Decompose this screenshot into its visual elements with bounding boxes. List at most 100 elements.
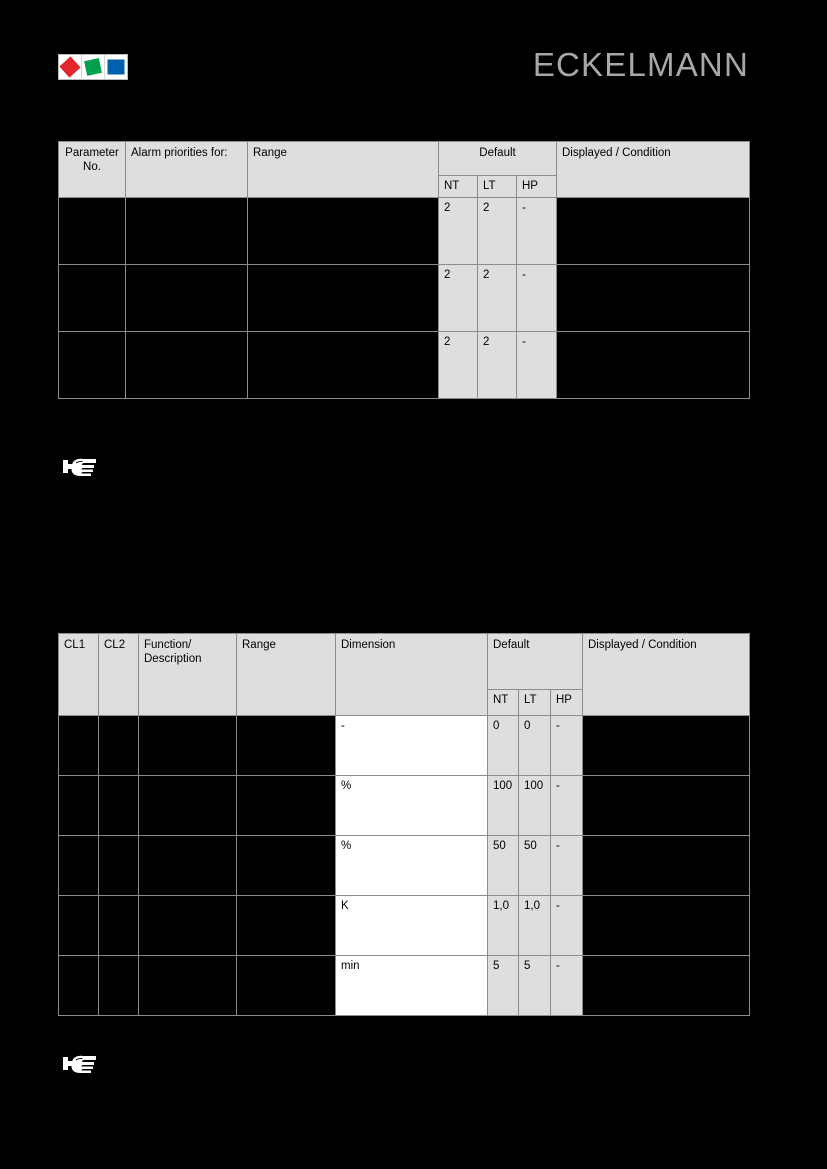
cell-displayed-condition bbox=[582, 775, 750, 836]
header-nt: NT bbox=[438, 175, 478, 198]
cell-function-description bbox=[138, 955, 237, 1016]
header-default: Default bbox=[487, 633, 583, 690]
table-row: 2 2 - bbox=[58, 331, 750, 399]
cell-range bbox=[236, 775, 336, 836]
cell-default-nt: 100 bbox=[487, 775, 519, 836]
cell-default-nt: 5 bbox=[487, 955, 519, 1016]
cell-alarm-priorities-for bbox=[125, 197, 248, 265]
cell-parameter-no bbox=[58, 197, 126, 265]
logo-cell-red bbox=[59, 55, 82, 79]
cell-dimension: % bbox=[335, 835, 488, 896]
cell-default-hp: - bbox=[550, 895, 583, 956]
cell-alarm-priorities-for bbox=[125, 264, 248, 332]
cell-cl1 bbox=[58, 775, 99, 836]
cell-cl2 bbox=[98, 835, 139, 896]
blue-square-icon bbox=[107, 59, 125, 75]
table-row: 2 2 - bbox=[58, 197, 750, 265]
cell-cl2 bbox=[98, 955, 139, 1016]
table-header-row: CL1 CL2 Function/ Description Range Dime… bbox=[58, 633, 750, 716]
cell-dimension: % bbox=[335, 775, 488, 836]
cell-default-hp: - bbox=[516, 331, 557, 399]
header-function-description-line1: Function/ bbox=[144, 639, 192, 651]
cell-range bbox=[236, 835, 336, 896]
cell-default-hp: - bbox=[550, 835, 583, 896]
cell-default-hp: - bbox=[550, 775, 583, 836]
table-row: % 50 50 - bbox=[58, 835, 750, 896]
cell-default-lt: 2 bbox=[477, 197, 517, 265]
cell-cl2 bbox=[98, 775, 139, 836]
header-parameter-no: Parameter No. bbox=[58, 141, 126, 198]
cell-default-lt: 0 bbox=[518, 715, 551, 776]
header-displayed-condition: Displayed / Condition bbox=[556, 141, 750, 198]
cell-function-description bbox=[138, 715, 237, 776]
cell-cl2 bbox=[98, 715, 139, 776]
header-lt: LT bbox=[518, 689, 551, 716]
cell-displayed-condition bbox=[582, 715, 750, 776]
header-default: Default bbox=[438, 141, 557, 176]
cell-default-lt: 2 bbox=[477, 331, 517, 399]
cell-displayed-condition bbox=[556, 197, 750, 265]
cell-cl1 bbox=[58, 895, 99, 956]
table-row: K 1,0 1,0 - bbox=[58, 895, 750, 956]
note-marker-top bbox=[60, 455, 102, 481]
cell-cl1 bbox=[58, 715, 99, 776]
green-square-icon bbox=[84, 58, 102, 76]
header-cl1: CL1 bbox=[58, 633, 99, 716]
pointing-hand-icon bbox=[60, 455, 102, 481]
header-nt: NT bbox=[487, 689, 519, 716]
header-function-description: Function/ Description bbox=[138, 633, 237, 716]
header-displayed-condition: Displayed / Condition bbox=[582, 633, 750, 716]
cell-default-lt: 1,0 bbox=[518, 895, 551, 956]
header-lt: LT bbox=[477, 175, 517, 198]
cell-default-nt: 1,0 bbox=[487, 895, 519, 956]
cell-range bbox=[247, 264, 439, 332]
cell-range bbox=[236, 895, 336, 956]
cell-displayed-condition bbox=[582, 895, 750, 956]
logo-cell-green bbox=[82, 55, 105, 79]
cell-default-nt: 0 bbox=[487, 715, 519, 776]
cell-default-lt: 50 bbox=[518, 835, 551, 896]
cell-range bbox=[236, 955, 336, 1016]
table-row: - 0 0 - bbox=[58, 715, 750, 776]
cell-default-lt: 2 bbox=[477, 264, 517, 332]
eckelmann-logo bbox=[58, 54, 128, 80]
cell-cl1 bbox=[58, 955, 99, 1016]
cell-default-hp: - bbox=[550, 955, 583, 1016]
header-dimension: Dimension bbox=[335, 633, 488, 716]
document-page: ECKELMANN Parameter No. Alarm priorities… bbox=[0, 0, 827, 1169]
header-hp: HP bbox=[550, 689, 583, 716]
pointing-hand-icon bbox=[60, 1052, 102, 1078]
cell-cl1 bbox=[58, 835, 99, 896]
cell-dimension: - bbox=[335, 715, 488, 776]
parameters-table: CL1 CL2 Function/ Description Range Dime… bbox=[58, 633, 750, 1016]
cell-dimension: min bbox=[335, 955, 488, 1016]
header-alarm-priorities-for: Alarm priorities for: bbox=[125, 141, 248, 198]
cell-displayed-condition bbox=[582, 835, 750, 896]
logo-cell-blue bbox=[105, 55, 127, 79]
cell-default-hp: - bbox=[516, 197, 557, 265]
header-function-description-line2: Description bbox=[144, 653, 202, 666]
header-hp: HP bbox=[516, 175, 557, 198]
cell-function-description bbox=[138, 835, 237, 896]
cell-range bbox=[247, 197, 439, 265]
cell-dimension: K bbox=[335, 895, 488, 956]
header-range: Range bbox=[236, 633, 336, 716]
alarm-priorities-table: Parameter No. Alarm priorities for: Rang… bbox=[58, 141, 750, 399]
cell-range bbox=[236, 715, 336, 776]
red-diamond-icon bbox=[59, 56, 81, 78]
cell-default-nt: 2 bbox=[438, 331, 478, 399]
cell-cl2 bbox=[98, 895, 139, 956]
cell-default-nt: 2 bbox=[438, 197, 478, 265]
cell-parameter-no bbox=[58, 331, 126, 399]
cell-function-description bbox=[138, 775, 237, 836]
header-range: Range bbox=[247, 141, 439, 198]
cell-displayed-condition bbox=[556, 331, 750, 399]
table-header-row: Parameter No. Alarm priorities for: Rang… bbox=[58, 141, 750, 198]
cell-displayed-condition bbox=[582, 955, 750, 1016]
header-cl2: CL2 bbox=[98, 633, 139, 716]
table-row: 2 2 - bbox=[58, 264, 750, 332]
cell-parameter-no bbox=[58, 264, 126, 332]
brand-wordmark: ECKELMANN bbox=[532, 46, 749, 83]
cell-default-hp: - bbox=[516, 264, 557, 332]
cell-default-nt: 2 bbox=[438, 264, 478, 332]
